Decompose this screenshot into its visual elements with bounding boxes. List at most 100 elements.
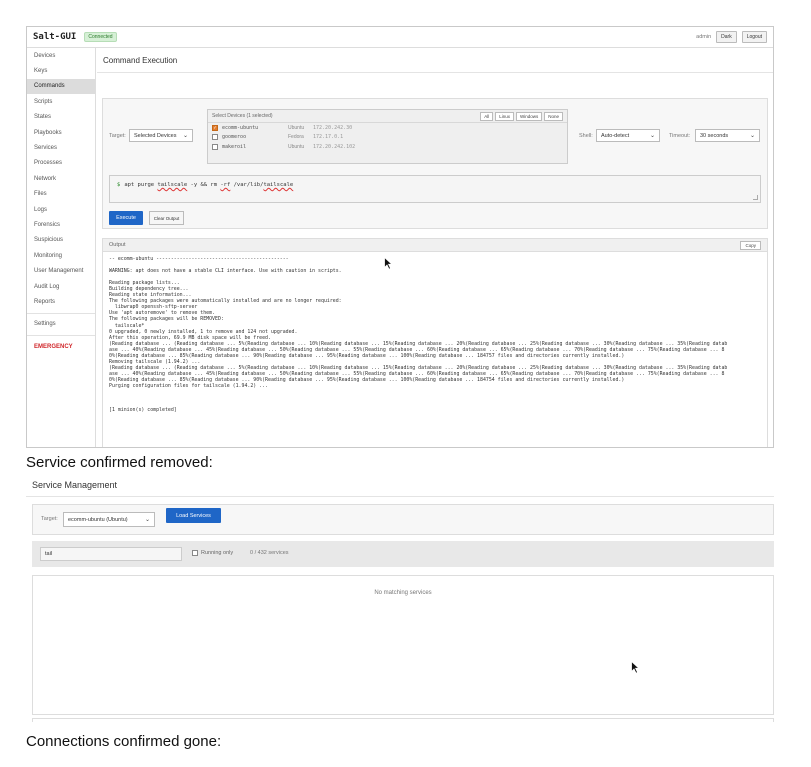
command-part: tailscale [157,182,188,188]
sidebar-item-user-management[interactable]: User Management [27,263,95,278]
sidebar-nav: Devices Keys Commands Scripts States Playbook… [27,48,95,310]
device-selector-title: Select Devices (1 selected) [212,113,273,119]
sidebar-item-network[interactable]: Network [27,171,95,186]
command-prompt: $ [117,182,121,188]
sidebar-divider [27,312,95,314]
top-bar-actions: admin Dark Logout [696,31,767,43]
device-filter-linux-button[interactable]: Linux [495,111,514,121]
sidebar-item-playbooks[interactable]: Playbooks [27,125,95,140]
output-title: Output [109,242,126,248]
current-user: admin [696,34,712,40]
service-management-screenshot: Service Management Target: ecomm-ubuntu … [26,474,774,722]
device-filter-buttons: All Linux Windows None [480,111,563,121]
target-label: Target: [109,133,126,139]
device-checkbox[interactable] [212,134,218,141]
command-panel: Target: Selected Devices ⌄ Select Device… [102,98,768,229]
resize-handle[interactable] [753,195,758,200]
target-select[interactable]: Selected Devices ⌄ [129,129,193,142]
sidebar-divider [27,335,95,337]
sidebar-item-services[interactable]: Services [27,140,95,155]
shell-label: Shell: [579,133,593,139]
output-line: (Reading database ... (Reading database … [109,340,728,347]
page-title: Command Execution [103,56,178,65]
device-checkbox[interactable]: ✓ [212,124,218,131]
device-filter-windows-button[interactable]: Windows [515,111,543,121]
execute-button[interactable]: Execute [109,211,143,225]
dark-mode-button[interactable]: Dark [716,31,737,43]
running-only-checkbox[interactable] [192,550,198,556]
device-ip: 172.17.0.1 [313,134,344,141]
sidebar-item-emergency[interactable]: EMERGENCY [27,339,95,354]
mouse-cursor-icon [384,257,393,270]
output-header: Output Copy [103,239,767,252]
logout-button[interactable]: Logout [741,31,767,43]
sidebar-item-keys[interactable]: Keys [27,63,95,78]
device-name: ecomm-ubuntu [222,124,259,131]
sidebar-item-logs[interactable]: Logs [27,202,95,217]
target-select[interactable]: ecomm-ubuntu (Ubuntu) ⌄ [63,512,155,527]
timeout-select[interactable]: 30 seconds ⌄ [695,129,760,142]
device-filter-none-button[interactable]: None [544,111,563,121]
top-bar: Salt-GUI Connected admin Dark Logout [27,27,773,48]
sidebar-item-states[interactable]: States [27,110,95,125]
sidebar-item-reports[interactable]: Reports [27,294,95,309]
device-row[interactable]: goomeroo Fedora 172.17.0.1 [208,133,567,143]
device-ip: 172.20.242.102 [313,143,356,150]
sidebar-item-commands[interactable]: Commands [27,78,95,95]
page-title: Service Management [32,480,118,490]
running-only-label: Running only [201,550,234,556]
sidebar-item-monitoring[interactable]: Monitoring [27,248,95,263]
device-checkbox[interactable] [212,143,218,150]
service-toolbar: Target: ecomm-ubuntu (Ubuntu) ⌄ [32,504,774,535]
device-row[interactable]: makeroil Ubuntu 172.20.242.102 [208,142,567,152]
device-name: goomeroo [222,134,247,141]
clear-output-button[interactable]: Clear Output [149,211,184,225]
device-os: Ubuntu [288,124,305,131]
sidebar-item-suspicious[interactable]: Suspicious [27,233,95,248]
main-content: Command Execution Target: Selected Devic… [97,48,773,447]
chevron-down-icon: ⌄ [144,517,150,523]
title-divider [26,496,774,497]
device-row[interactable]: ✓ ecomm-ubuntu Ubuntu 172.20.242.30 [208,123,567,133]
device-filter-all-button[interactable]: All [480,111,494,121]
command-execution-screenshot: Salt-GUI Connected admin Dark Logout Dev… [26,26,774,448]
device-ip: 172.20.242.30 [313,124,353,131]
connection-status-badge: Connected [84,32,117,42]
device-name: makeroil [222,143,247,150]
output-line: ase ... 40%(Reading database ... 45%(Rea… [109,346,725,353]
chevron-down-icon: ⌄ [182,133,188,139]
command-part: /var/lib/ [230,182,264,188]
sidebar: Devices Keys Commands Scripts States Playbook… [27,48,96,447]
device-list: ✓ ecomm-ubuntu Ubuntu 172.20.242.30 goomeroo… [208,123,567,152]
command-part: apt purge [124,182,158,188]
device-selector: Select Devices (1 selected) All Linux Wind… [207,109,568,164]
sidebar-item-scripts[interactable]: Scripts [27,94,95,109]
timeout-label: Timeout: [669,133,691,139]
command-part: tailscale [263,182,294,188]
device-os: Fedora [288,134,304,141]
service-list: No matching services [32,575,774,715]
sidebar-item-settings[interactable]: Settings [27,317,95,332]
load-services-button[interactable]: Load Services [166,508,221,523]
caption-service-removed: Service confirmed removed: [26,454,213,471]
running-only-toggle[interactable]: Running only [192,550,233,556]
service-filter-input[interactable]: tail [40,547,182,561]
sidebar-item-devices[interactable]: Devices [27,48,95,63]
chevron-down-icon: ⌄ [749,133,755,139]
empty-state-message: No matching services [374,590,432,596]
copy-button[interactable]: Copy [740,240,761,250]
command-input[interactable]: $ apt purge tailscale -y && rm -rf /var/l… [109,175,761,203]
device-selector-header: Select Devices (1 selected) All Linux Wind… [208,110,567,123]
target-select-value: Selected Devices [134,132,177,139]
sidebar-item-audit-log[interactable]: Audit Log [27,279,95,294]
shell-select-value: Auto-detect [601,132,630,139]
service-list-footer [32,718,774,722]
sidebar-item-files[interactable]: Files [27,187,95,202]
app-logo: Salt-GUI [33,32,77,42]
service-filter-bar: tail Running only 0 / 432 services [32,541,774,567]
title-divider [97,72,773,73]
sidebar-item-forensics[interactable]: Forensics [27,217,95,232]
shell-select[interactable]: Auto-detect ⌄ [596,129,660,142]
timeout-select-value: 30 seconds [700,132,729,139]
sidebar-item-processes[interactable]: Processes [27,156,95,171]
